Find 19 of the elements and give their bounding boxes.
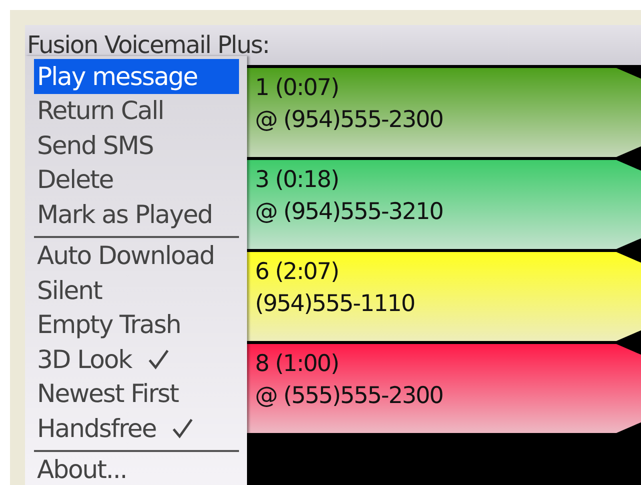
message-duration: 6 (2:07) — [255, 258, 339, 287]
message-number: @ (555)555-2300 — [255, 382, 443, 411]
message-duration: 1 (0:07) — [255, 74, 339, 103]
menu-item[interactable]: Empty Trash — [34, 308, 239, 342]
message-number: @ (954)555-2300 — [255, 106, 443, 135]
menu-item[interactable]: Delete — [34, 162, 239, 197]
app-title: Fusion Voicemail Plus: — [27, 31, 270, 59]
menu-item[interactable]: Mark as Played — [34, 197, 239, 232]
message-number: @ (954)555-3210 — [255, 198, 443, 227]
message-duration: 3 (0:18) — [255, 166, 339, 195]
message-number: (954)555-1110 — [255, 290, 415, 319]
menu-item[interactable]: Play message — [34, 59, 239, 94]
menu-item[interactable]: Return Call — [34, 94, 239, 128]
message-duration: 8 (1:00) — [255, 350, 339, 379]
menu-item[interactable]: 3D Look — [34, 342, 239, 376]
check-icon — [170, 416, 194, 440]
menu-item[interactable]: Newest First — [34, 376, 239, 411]
menu-item[interactable]: Silent — [34, 273, 239, 308]
menu-item[interactable]: About... — [34, 452, 239, 485]
